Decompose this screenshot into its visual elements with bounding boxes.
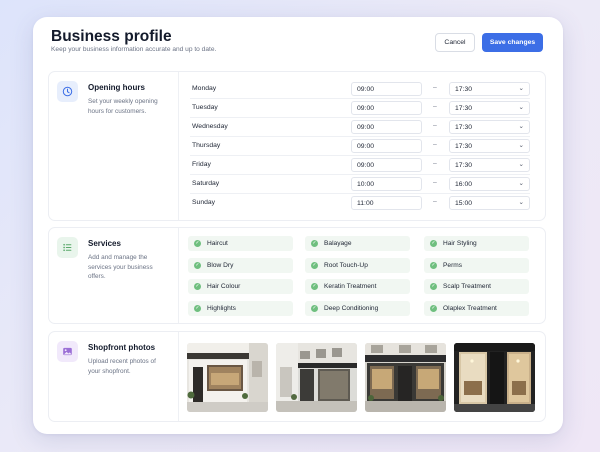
time-separator: – — [433, 103, 437, 110]
open-time-input[interactable]: 09:00 — [351, 82, 422, 96]
chevron-down-icon: ⌄ — [518, 104, 524, 111]
page-subtitle: Keep your business information accurate … — [51, 46, 217, 53]
service-chip[interactable]: ✓ Blow Dry — [188, 258, 293, 273]
service-chip[interactable]: ✓ Hair Styling — [424, 236, 529, 251]
services-section: Services Add and manage the services you… — [48, 227, 546, 324]
open-time-input[interactable]: 09:00 — [351, 101, 422, 115]
open-time-input[interactable]: 09:00 — [351, 158, 422, 172]
section-divider — [178, 72, 179, 220]
close-time-select[interactable]: 15:00 ⌄ — [449, 196, 530, 210]
hours-row-sunday: Sunday 11:00 – 15:00 ⌄ — [190, 194, 530, 213]
opening-hours-section: Opening hours Set your weekly opening ho… — [48, 71, 546, 221]
section-divider — [178, 228, 179, 323]
service-chip[interactable]: ✓ Deep Conditioning — [305, 301, 410, 316]
service-chip[interactable]: ✓ Scalp Treatment — [424, 279, 529, 294]
close-time-select[interactable]: 17:30 ⌄ — [449, 120, 530, 134]
chevron-down-icon: ⌄ — [518, 161, 524, 168]
service-chip[interactable]: ✓ Root Touch-Up — [305, 258, 410, 273]
service-chip[interactable]: ✓ Keratin Treatment — [305, 279, 410, 294]
hours-row-tuesday: Tuesday 09:00 – 17:30 ⌄ — [190, 99, 530, 118]
opening-hours-description: Set your weekly opening hours for custom… — [88, 98, 158, 115]
shopfront-photo[interactable] — [187, 343, 268, 412]
day-label: Monday — [192, 85, 217, 92]
opening-hours-title: Opening hours — [88, 83, 145, 92]
check-circle-icon: ✓ — [194, 262, 201, 269]
close-time-select[interactable]: 17:30 ⌄ — [449, 139, 530, 153]
time-separator: – — [433, 160, 437, 167]
time-separator: – — [433, 122, 437, 129]
check-circle-icon: ✓ — [430, 305, 437, 312]
close-time-select[interactable]: 17:30 ⌄ — [449, 101, 530, 115]
check-circle-icon: ✓ — [194, 305, 201, 312]
hours-row-thursday: Thursday 09:00 – 17:30 ⌄ — [190, 137, 530, 156]
check-circle-icon: ✓ — [311, 283, 318, 290]
service-chip[interactable]: ✓ Haircut — [188, 236, 293, 251]
clock-icon — [57, 81, 78, 102]
shopfront-photos-section: Shopfront photos Upload recent photos of… — [48, 331, 546, 422]
check-circle-icon: ✓ — [311, 262, 318, 269]
day-label: Thursday — [192, 142, 221, 149]
hours-row-monday: Monday 09:00 – 17:30 ⌄ — [190, 80, 530, 99]
image-icon — [57, 341, 78, 362]
shopfront-photos-title: Shopfront photos — [88, 343, 156, 352]
check-circle-icon: ✓ — [430, 283, 437, 290]
day-label: Saturday — [192, 180, 220, 187]
page-title: Business profile — [51, 28, 172, 45]
save-changes-button[interactable]: Save changes — [482, 33, 543, 52]
check-circle-icon: ✓ — [311, 240, 318, 247]
shopfront-photo[interactable] — [365, 343, 446, 412]
time-separator: – — [433, 84, 437, 91]
chevron-down-icon: ⌄ — [518, 180, 524, 187]
day-label: Friday — [192, 161, 211, 168]
service-chip[interactable]: ✓ Balayage — [305, 236, 410, 251]
cancel-button[interactable]: Cancel — [435, 33, 475, 52]
day-label: Sunday — [192, 199, 216, 206]
service-chip[interactable]: ✓ Highlights — [188, 301, 293, 316]
shopfront-photos-description: Upload recent photos of your shopfront. — [88, 358, 156, 375]
hours-row-wednesday: Wednesday 09:00 – 17:30 ⌄ — [190, 118, 530, 137]
list-icon — [57, 237, 78, 258]
day-label: Tuesday — [192, 104, 218, 111]
services-title: Services — [88, 239, 121, 248]
shopfront-photo[interactable] — [454, 343, 535, 412]
hours-row-friday: Friday 09:00 – 17:30 ⌄ — [190, 156, 530, 175]
chevron-down-icon: ⌄ — [518, 142, 524, 149]
open-time-input[interactable]: 10:00 — [351, 177, 422, 191]
hours-row-saturday: Saturday 10:00 – 16:00 ⌄ — [190, 175, 530, 194]
time-separator: – — [433, 179, 437, 186]
check-circle-icon: ✓ — [194, 283, 201, 290]
service-chip[interactable]: ✓ Olaplex Treatment — [424, 301, 529, 316]
day-label: Wednesday — [192, 123, 228, 130]
chevron-down-icon: ⌄ — [518, 85, 524, 92]
check-circle-icon: ✓ — [430, 240, 437, 247]
check-circle-icon: ✓ — [311, 305, 318, 312]
chevron-down-icon: ⌄ — [518, 123, 524, 130]
open-time-input[interactable]: 09:00 — [351, 139, 422, 153]
time-separator: – — [433, 198, 437, 205]
check-circle-icon: ✓ — [430, 262, 437, 269]
shopfront-photo[interactable] — [276, 343, 357, 412]
open-time-input[interactable]: 09:00 — [351, 120, 422, 134]
chevron-down-icon: ⌄ — [518, 199, 524, 206]
business-profile-card: Business profile Keep your business info… — [33, 17, 563, 434]
service-chip[interactable]: ✓ Perms — [424, 258, 529, 273]
check-circle-icon: ✓ — [194, 240, 201, 247]
time-separator: – — [433, 141, 437, 148]
close-time-select[interactable]: 16:00 ⌄ — [449, 177, 530, 191]
close-time-select[interactable]: 17:30 ⌄ — [449, 158, 530, 172]
services-description: Add and manage the services your busines… — [88, 254, 153, 281]
open-time-input[interactable]: 11:00 — [351, 196, 422, 210]
section-divider — [178, 332, 179, 421]
service-chip[interactable]: ✓ Hair Colour — [188, 279, 293, 294]
close-time-select[interactable]: 17:30 ⌄ — [449, 82, 530, 96]
